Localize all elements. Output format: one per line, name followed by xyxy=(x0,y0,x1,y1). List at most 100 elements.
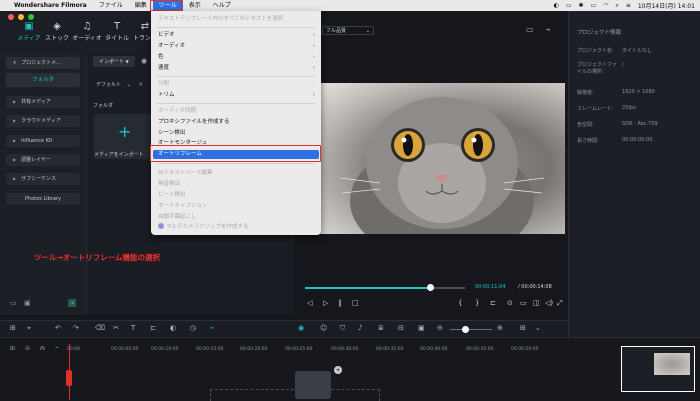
menu-item-beat-detection[interactable]: ビート検出 xyxy=(157,191,317,200)
menu-item-silence-detection[interactable]: 無音検出 xyxy=(157,180,317,189)
crop-icon[interactable]: ⊏ xyxy=(490,299,496,307)
link-icon[interactable]: ⊖ xyxy=(25,345,30,352)
camera-icon[interactable]: ◫ xyxy=(533,299,540,307)
search-icon[interactable]: ⌕ xyxy=(139,80,143,89)
ai-icon[interactable]: ◉ xyxy=(298,324,304,332)
menu-item-split[interactable]: 分割 › xyxy=(157,80,317,89)
sidebar-item-project-media[interactable]: ▼ プロジェクトメ... xyxy=(6,57,80,69)
image-icon[interactable]: ▭ xyxy=(526,25,534,34)
menu-item-speed[interactable]: 速度 › xyxy=(157,64,317,73)
redo-icon[interactable]: ↷ xyxy=(73,324,79,332)
close-icon[interactable] xyxy=(8,14,14,20)
color-icon[interactable]: ◐ xyxy=(170,324,176,332)
link-icon[interactable]: ⌁ xyxy=(210,324,214,332)
magnet-icon[interactable]: ⋒ xyxy=(40,345,45,352)
add-track-icon[interactable]: ⊞ xyxy=(10,345,15,352)
wifi-icon[interactable]: ◠ xyxy=(603,2,608,9)
chevron-down-icon: ▼ xyxy=(13,60,17,65)
chart-icon[interactable]: ⌁ xyxy=(546,25,551,34)
text-icon[interactable]: T xyxy=(131,324,135,332)
more-icon[interactable]: ⌄ xyxy=(535,324,541,332)
play-icon[interactable]: ▷ xyxy=(323,299,328,307)
tab-audio[interactable]: ♫ オーディオ xyxy=(72,21,102,42)
sort-select[interactable]: デフォルト ⌄ xyxy=(93,80,131,91)
zoom-slider-knob[interactable] xyxy=(462,326,469,333)
menu-item-audio[interactable]: オーディオ › xyxy=(157,42,317,51)
app-menu[interactable]: Wondershare Filmora xyxy=(10,0,93,11)
image-icon[interactable]: ▣ xyxy=(418,324,425,332)
menu-item-select-all-text[interactable]: テキストテンプレート内のすべてのテキストを選択 xyxy=(157,15,317,24)
snapshot-icon[interactable]: ⊙ xyxy=(507,299,513,307)
mic-icon[interactable]: ♪ xyxy=(358,324,362,332)
menu-item-ai-text-edit[interactable]: AIテキストベース編集 xyxy=(157,169,317,178)
menu-item-create-proxy[interactable]: プロキシファイルを作成する xyxy=(157,118,317,127)
snap-icon[interactable]: ⌁ xyxy=(55,344,59,351)
zoom-in-icon[interactable]: ⊕ xyxy=(497,324,503,332)
cut-icon[interactable]: ✂ xyxy=(113,324,119,332)
sidebar-item-subsequence[interactable]: ▶ サブシーケンス xyxy=(6,173,80,185)
menu-help[interactable]: ヘルプ xyxy=(207,0,237,11)
status-icon[interactable]: ◐ xyxy=(554,2,559,9)
sidebar-item-cloud-media[interactable]: ▶ クラウドメディア xyxy=(6,115,80,127)
control-center-icon[interactable]: ≡ xyxy=(626,2,631,9)
info-row: 色空間: SDR - Rec.709 xyxy=(577,121,658,128)
menu-file[interactable]: ファイル xyxy=(93,0,129,11)
import-button[interactable]: インポート ▼ xyxy=(93,56,135,67)
select-tool-icon[interactable]: ⌖ xyxy=(27,324,31,333)
minimize-icon[interactable] xyxy=(18,14,24,20)
menu-item-color[interactable]: 色 › xyxy=(157,53,317,62)
layout-icon[interactable]: ⊞ xyxy=(10,324,16,332)
menu-item-auto-caption[interactable]: オートキャプション xyxy=(157,202,317,211)
crop-icon[interactable]: ⊏ xyxy=(150,324,156,332)
record-icon[interactable]: ◉ xyxy=(141,57,147,65)
delete-icon[interactable]: ⌫ xyxy=(95,324,105,332)
menu-item-video[interactable]: ビデオ › xyxy=(157,31,317,40)
menu-item-multicam[interactable]: マルチカメラクリップを作成する xyxy=(157,223,317,232)
mini-preview-thumbnail[interactable] xyxy=(621,346,695,392)
tab-stock[interactable]: ◈ ストック xyxy=(42,21,72,42)
tab-title[interactable]: T タイトル xyxy=(102,21,132,42)
chevron-down-icon: ⌄ xyxy=(365,28,370,34)
new-folder-icon[interactable]: ▭ xyxy=(10,299,17,307)
shield-icon[interactable]: ⛉ xyxy=(340,324,345,333)
grid-icon[interactable]: ⊞ xyxy=(520,324,526,332)
menu-item-auto-transcribe[interactable]: 自動字幕起こし xyxy=(157,213,317,222)
display-icon[interactable]: ▭ xyxy=(520,299,527,307)
pause-icon[interactable]: ‖ xyxy=(338,299,342,307)
project-info-panel: プロジェクト情報 プロジェクト名: タイトルなし プロジェクトファイルの場所: / … xyxy=(568,11,700,337)
menu-view[interactable]: 表示 xyxy=(183,0,207,11)
zoom-icon[interactable] xyxy=(28,14,34,20)
snap-icon[interactable]: ⊟ xyxy=(398,324,404,332)
sidebar-item-shared-media[interactable]: ▶ 共有メディア xyxy=(6,96,80,108)
fullscreen-icon[interactable]: ⤢ xyxy=(557,299,563,308)
sidebar-item-adjustment-layer[interactable]: ▶ 調整レイヤー xyxy=(6,154,80,166)
playhead-knob[interactable] xyxy=(426,284,434,291)
bluetooth-icon[interactable]: ✱ xyxy=(578,2,583,9)
battery-icon[interactable]: ▭ xyxy=(591,2,597,9)
zoom-out-icon[interactable]: ⊖ xyxy=(437,324,443,332)
playback-progress[interactable] xyxy=(305,284,465,291)
mark-in-icon[interactable]: { xyxy=(458,299,462,307)
add-icon[interactable]: + xyxy=(334,366,342,374)
quality-select[interactable]: フル品質 ⌄ xyxy=(322,26,374,35)
menu-item-scene-detection[interactable]: シーン検出 xyxy=(157,129,317,138)
menu-item-trim[interactable]: トリム › xyxy=(157,91,317,100)
speed-icon[interactable]: ◷ xyxy=(190,324,196,332)
search-icon[interactable]: ⌕ xyxy=(615,2,618,10)
volume-icon[interactable]: ◁) xyxy=(545,299,553,307)
sidebar-item-influence-kit[interactable]: ▶ Influence Kit xyxy=(6,135,80,147)
tab-media[interactable]: ▣ メディア xyxy=(14,21,44,42)
folder-icon[interactable]: ▣ xyxy=(24,299,31,307)
collapse-icon[interactable]: ◂ xyxy=(68,299,76,307)
sidebar-item-photos-library[interactable]: Photos Library xyxy=(6,193,80,205)
mark-out-icon[interactable]: } xyxy=(475,299,479,307)
prev-frame-icon[interactable]: ◁ xyxy=(307,299,312,307)
list-icon[interactable]: ≣ xyxy=(378,324,384,332)
status-icon[interactable]: ▭ xyxy=(566,2,572,9)
sidebar-item-folder[interactable]: フォルダ xyxy=(6,73,80,87)
zoom-slider[interactable] xyxy=(450,329,492,330)
sticker-icon[interactable]: ☺ xyxy=(320,324,327,332)
menu-item-audio-sync[interactable]: オーディオ同期 xyxy=(157,107,317,116)
stop-icon[interactable]: □ xyxy=(352,299,359,307)
undo-icon[interactable]: ↶ xyxy=(55,324,61,332)
